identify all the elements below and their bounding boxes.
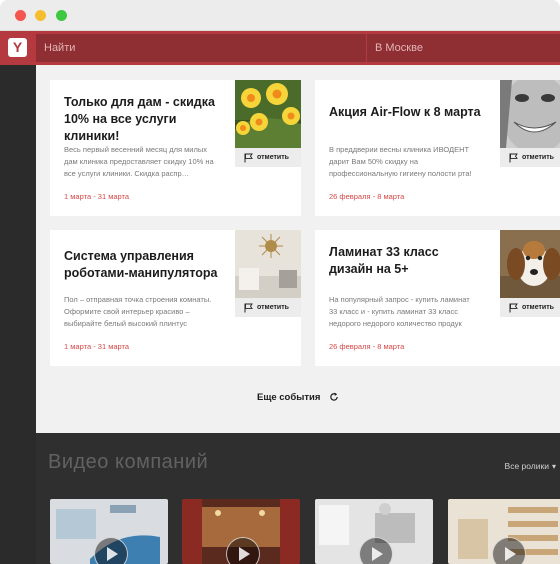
browser-window: Y Найти В Москве Только для дам - скидка… [0, 0, 560, 564]
video-section-title: Видео компаний [48, 451, 209, 473]
more-events-button[interactable]: Еще события [36, 392, 560, 403]
site-header: Y Найти В Москве [0, 31, 560, 65]
video-thumbnail[interactable] [50, 499, 168, 564]
event-photo[interactable] [235, 80, 301, 148]
left-sidebar [0, 65, 36, 564]
event-title[interactable]: Система управления роботами-манипулятора [64, 248, 228, 282]
mark-button-label: отметить [522, 154, 554, 161]
video-thumbnail[interactable] [182, 499, 300, 564]
event-description: На популярный запрос - купить ламинат 33… [329, 295, 470, 328]
smile-image [500, 80, 560, 148]
site-logo[interactable]: Y [8, 38, 27, 57]
city-input[interactable]: В Москве [367, 34, 560, 62]
event-date: 26 февраля - 8 марта [329, 342, 405, 351]
mark-button-label: отметить [257, 304, 289, 311]
event-card[interactable]: Ламинат 33 класс дизайн на 5+ На популяр… [315, 230, 560, 366]
interior-image [235, 230, 301, 298]
dog-image [500, 230, 560, 298]
mark-button-label: отметить [522, 304, 554, 311]
all-videos-link[interactable]: Все ролики ▾ [505, 461, 560, 471]
refresh-icon [330, 392, 338, 401]
event-description: Пол – отправная точка строения комнаты. … [64, 295, 212, 328]
flag-icon [244, 153, 253, 163]
flag-icon [509, 153, 518, 163]
play-icon[interactable] [226, 537, 260, 564]
flag-icon [244, 303, 253, 313]
minimize-window-button[interactable] [35, 10, 46, 21]
video-thumbnail[interactable] [448, 499, 560, 564]
all-videos-label: Все ролики [504, 461, 549, 471]
video-thumbnail[interactable] [315, 499, 433, 564]
event-photo[interactable] [500, 230, 560, 298]
event-photo[interactable] [500, 80, 560, 148]
event-date: 1 марта - 31 марта [64, 192, 130, 201]
play-icon[interactable] [492, 537, 526, 564]
mark-button[interactable]: отметить [235, 298, 301, 317]
event-card[interactable]: Система управления роботами-манипулятора… [50, 230, 301, 366]
event-title[interactable]: Только для дам - скидка 10% на все услуг… [64, 94, 228, 145]
event-date: 1 марта - 31 марта [64, 342, 130, 351]
event-description: Весь первый весенний месяц для милых дам… [64, 145, 214, 178]
mark-button[interactable]: отметить [500, 148, 560, 167]
mark-button-label: отметить [257, 154, 289, 161]
video-section: Видео компаний Все ролики ▾ [36, 433, 560, 564]
flowers-image [235, 80, 301, 148]
event-description: В преддверии весны клиника ИВОДЕНТ дарит… [329, 145, 472, 178]
event-title[interactable]: Акция Air-Flow к 8 марта [329, 104, 493, 121]
play-icon[interactable] [94, 537, 128, 564]
maximize-window-button[interactable] [56, 10, 67, 21]
more-events-label: Еще события [256, 392, 321, 403]
play-icon[interactable] [359, 537, 393, 564]
event-date: 26 февраля - 8 марта [329, 192, 405, 201]
mark-button[interactable]: отметить [500, 298, 560, 317]
window-titlebar [0, 0, 560, 31]
flag-icon [509, 303, 518, 313]
event-card[interactable]: Только для дам - скидка 10% на все услуг… [50, 80, 301, 216]
close-window-button[interactable] [15, 10, 26, 21]
events-section: Только для дам - скидка 10% на все услуг… [36, 65, 560, 433]
search-input[interactable]: Найти [36, 34, 366, 62]
chevron-down-icon: ▾ [551, 462, 556, 471]
event-card[interactable]: Акция Air-Flow к 8 марта В преддверии ве… [315, 80, 560, 216]
mark-button[interactable]: отметить [235, 148, 301, 167]
event-photo[interactable] [235, 230, 301, 298]
event-title[interactable]: Ламинат 33 класс дизайн на 5+ [329, 244, 493, 278]
